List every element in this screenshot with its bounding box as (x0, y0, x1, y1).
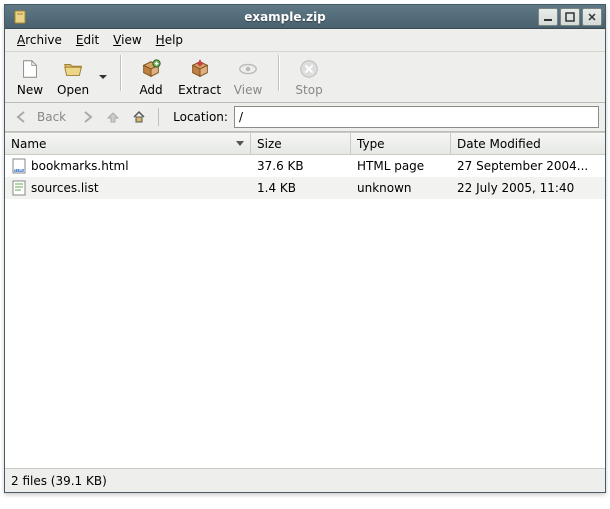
minimize-button[interactable] (538, 8, 558, 26)
new-label: New (17, 83, 43, 97)
stop-button: Stop (288, 55, 330, 99)
open-folder-icon (61, 57, 85, 81)
menu-view[interactable]: View (107, 31, 147, 49)
open-label: Open (57, 83, 89, 97)
file-name: sources.list (31, 181, 99, 195)
file-list: Name Size Type Date Modified HTML bookma… (5, 132, 605, 468)
open-button[interactable]: Open (51, 55, 95, 99)
titlebar[interactable]: example.zip (5, 5, 605, 29)
html-file-icon: HTML (11, 158, 27, 174)
menu-help[interactable]: Help (150, 31, 189, 49)
column-headers: Name Size Type Date Modified (5, 133, 605, 155)
menubar: Archive Edit View Help (5, 29, 605, 52)
new-button[interactable]: New (9, 55, 51, 99)
file-date: 27 September 2004... (451, 159, 605, 173)
back-label: Back (37, 110, 72, 124)
text-file-icon (11, 180, 27, 196)
archive-manager-window: example.zip Archive Edit View Help New O… (4, 4, 606, 493)
file-date: 22 July 2005, 11:40 (451, 181, 605, 195)
toolbar-separator (113, 55, 128, 91)
list-item[interactable]: HTML bookmarks.html 37.6 KB HTML page 27… (5, 155, 605, 177)
eye-icon (236, 57, 260, 81)
new-file-icon (18, 57, 42, 81)
locbar-separator (158, 108, 159, 126)
forward-button (76, 107, 98, 127)
location-label: Location: (167, 110, 230, 124)
view-file-label: View (234, 83, 262, 97)
toolbar: New Open Add Extract View (5, 52, 605, 103)
add-label: Add (139, 83, 162, 97)
column-size[interactable]: Size (251, 133, 351, 154)
svg-text:HTML: HTML (13, 168, 25, 173)
column-date[interactable]: Date Modified (451, 133, 605, 154)
view-file-button: View (227, 55, 269, 99)
column-name[interactable]: Name (5, 133, 251, 154)
column-type[interactable]: Type (351, 133, 451, 154)
extract-box-icon (188, 57, 212, 81)
status-text: 2 files (39.1 KB) (11, 474, 107, 488)
file-size: 37.6 KB (251, 159, 351, 173)
file-type: HTML page (351, 159, 451, 173)
file-size: 1.4 KB (251, 181, 351, 195)
back-button (11, 107, 33, 127)
stop-icon (297, 57, 321, 81)
open-recent-dropdown[interactable] (95, 55, 111, 99)
location-bar: Back Location: (5, 103, 605, 132)
extract-button[interactable]: Extract (172, 55, 227, 99)
home-button[interactable] (128, 107, 150, 127)
menu-archive[interactable]: Archive (11, 31, 68, 49)
extract-label: Extract (178, 83, 221, 97)
add-button[interactable]: Add (130, 55, 172, 99)
statusbar: 2 files (39.1 KB) (5, 468, 605, 492)
toolbar-separator (271, 55, 286, 91)
up-button (102, 107, 124, 127)
file-name: bookmarks.html (31, 159, 129, 173)
stop-label: Stop (295, 83, 322, 97)
add-box-icon (139, 57, 163, 81)
app-icon (12, 9, 28, 25)
maximize-button[interactable] (560, 8, 580, 26)
file-type: unknown (351, 181, 451, 195)
menu-edit[interactable]: Edit (70, 31, 105, 49)
close-button[interactable] (582, 8, 602, 26)
list-item[interactable]: sources.list 1.4 KB unknown 22 July 2005… (5, 177, 605, 199)
sort-indicator-icon (236, 141, 244, 146)
location-input[interactable] (234, 106, 599, 128)
window-title: example.zip (32, 10, 538, 24)
